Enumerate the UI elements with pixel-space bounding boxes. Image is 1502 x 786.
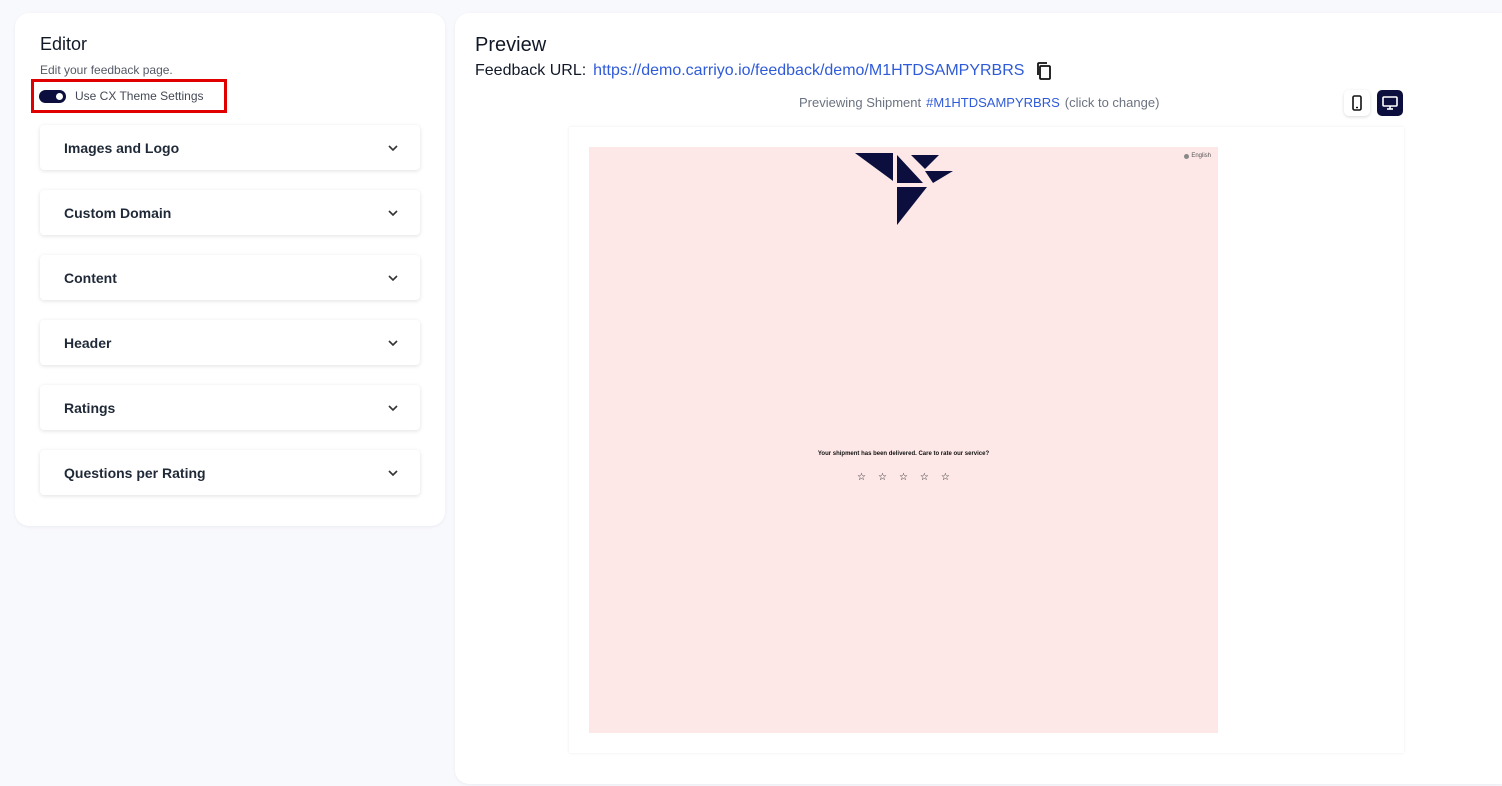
rating-prompt: Your shipment has been delivered. Care t… <box>817 451 990 457</box>
section-label: Images and Logo <box>64 139 180 156</box>
star-5-icon[interactable]: ☆ <box>941 473 950 483</box>
cx-theme-toggle-label: Use CX Theme Settings <box>75 89 204 103</box>
mobile-view-button[interactable] <box>1344 90 1370 116</box>
section-label: Header <box>64 334 112 351</box>
section-label: Custom Domain <box>64 204 172 221</box>
shipment-id-link[interactable]: #M1HTDSAMPYRBRS <box>926 95 1060 110</box>
chevron-down-icon <box>388 144 398 151</box>
feedback-url-label: Feedback URL: <box>475 62 587 79</box>
star-4-icon[interactable]: ☆ <box>920 473 929 483</box>
cx-theme-toggle-row: Use CX Theme Settings <box>31 79 227 113</box>
language-label: English <box>1191 153 1211 159</box>
globe-icon <box>1184 153 1190 159</box>
star-1-icon[interactable]: ☆ <box>857 473 866 483</box>
section-label: Ratings <box>64 399 116 416</box>
mobile-icon <box>1352 95 1362 111</box>
star-3-icon[interactable]: ☆ <box>899 473 908 483</box>
feedback-page-preview: English Your shipment has been delivered… <box>589 147 1218 733</box>
preview-title: Preview <box>475 34 547 56</box>
section-custom-domain[interactable]: Custom Domain <box>40 190 420 235</box>
feedback-url-link[interactable]: https://demo.carriyo.io/feedback/demo/M1… <box>593 62 1024 80</box>
shipment-row: Previewing Shipment #M1HTDSAMPYRBRS (cli… <box>799 95 1159 110</box>
editor-panel: Editor Edit your feedback page. Use CX T… <box>15 13 445 526</box>
cx-theme-toggle[interactable] <box>39 89 66 103</box>
star-2-icon[interactable]: ☆ <box>878 473 887 483</box>
shipment-hint: (click to change) <box>1064 95 1160 110</box>
section-questions-per-rating[interactable]: Questions per Rating <box>40 450 420 495</box>
language-selector[interactable]: English <box>1184 153 1211 159</box>
chevron-down-icon <box>388 274 398 281</box>
section-images-and-logo[interactable]: Images and Logo <box>40 125 420 170</box>
editor-title: Editor <box>40 34 88 54</box>
chevron-down-icon <box>388 209 398 216</box>
section-label: Questions per Rating <box>64 464 206 481</box>
editor-subtitle: Edit your feedback page. <box>40 63 173 77</box>
feedback-url-row: Feedback URL: https://demo.carriyo.io/fe… <box>475 61 1054 81</box>
copy-icon[interactable] <box>1034 61 1054 81</box>
chevron-down-icon <box>388 469 398 476</box>
desktop-icon <box>1382 96 1398 110</box>
preview-frame: English Your shipment has been delivered… <box>569 127 1404 753</box>
desktop-view-button[interactable] <box>1377 90 1403 116</box>
chevron-down-icon <box>388 404 398 411</box>
section-content[interactable]: Content <box>40 255 420 300</box>
brand-logo-icon <box>855 153 953 225</box>
section-label: Content <box>64 269 117 286</box>
star-rating: ☆ ☆ ☆ ☆ ☆ <box>857 473 950 483</box>
chevron-down-icon <box>388 339 398 346</box>
section-ratings[interactable]: Ratings <box>40 385 420 430</box>
preview-panel: Preview Feedback URL: https://demo.carri… <box>455 13 1502 784</box>
section-header[interactable]: Header <box>40 320 420 365</box>
shipment-prefix: Previewing Shipment <box>799 95 922 110</box>
